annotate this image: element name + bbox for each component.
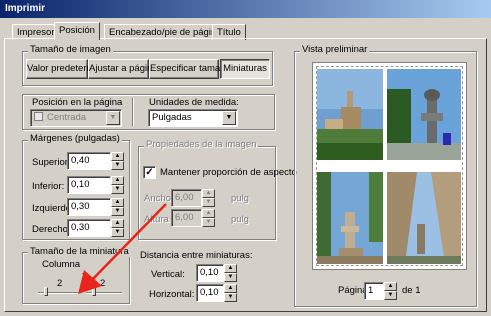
tab-posicion[interactable]: Posición [54,22,100,40]
vertical-spacing-input[interactable]: 0,10 [196,264,224,282]
spin-up-icon[interactable]: ▲ [111,176,124,185]
divider [132,98,133,126]
margin-top-input[interactable]: 0,40 [67,152,111,170]
tab-label: Título [217,27,241,38]
position-color-swatch [34,112,43,121]
page-of-label: de 1 [402,285,421,296]
horizontal-spacing-spinner[interactable]: ▲ ▼ [224,284,237,302]
horizontal-spacing-input[interactable]: 0,10 [196,284,224,302]
units-dropdown-icon[interactable]: ▼ [222,111,236,125]
annotation-arrow-icon [78,203,167,294]
thumbnail-2-image [387,69,461,160]
height-input[interactable]: 6,00 [171,209,202,227]
spin-up-icon[interactable]: ▲ [224,264,237,273]
spin-up-icon[interactable]: ▲ [202,189,215,198]
position-value: Centrada [47,112,87,123]
preview-title: Vista preliminar [300,44,370,55]
spin-down-icon[interactable]: ▼ [224,293,237,302]
spin-down-icon[interactable]: ▼ [202,218,215,227]
spin-down-icon[interactable]: ▼ [111,161,124,170]
width-unit: pulg [231,193,249,204]
margin-bottom-spinner[interactable]: ▲ ▼ [111,176,124,194]
title-bar: Imprimir [0,0,491,18]
spin-down-icon[interactable]: ▼ [111,185,124,194]
spin-down-icon[interactable]: ▼ [224,273,237,282]
width-spinner[interactable]: ▲ ▼ [202,189,215,207]
page-input[interactable]: 1 [364,282,384,300]
columns-value: 2 [57,278,63,289]
margin-top-label: Superior: [32,157,71,168]
tab-label: Posición [59,25,95,36]
default-value-button[interactable]: Valor predeterm. [26,59,97,79]
thumbnail-4-image [387,172,461,264]
fit-to-page-button[interactable]: Ajustar a página [88,59,158,79]
units-label: Unidades de medida: [149,97,239,108]
position-dropdown-icon[interactable]: ▼ [106,111,120,125]
columns-slider-thumb[interactable] [44,287,48,296]
specify-size-button[interactable]: Especificar tamaño [149,59,231,79]
thumbnails-button[interactable]: Miniaturas [220,59,270,79]
window-title: Imprimir [5,3,46,14]
image-props-title: Propiedades de la imagen [144,139,259,150]
position-label: Posición en la página [32,97,123,108]
thumbnail-3-image [317,172,383,264]
tab-label: Encabezado/pie de página [109,27,222,38]
margin-bottom-label: Inferior: [32,181,65,192]
page-spinner[interactable]: ▲ ▼ [384,282,397,300]
image-size-title: Tamaño de imagen [28,44,113,55]
height-unit: pulg [231,214,249,225]
spin-up-icon[interactable]: ▲ [224,284,237,293]
thumbnail-1-image [317,69,383,160]
keep-aspect-checkbox[interactable]: ✓ [143,166,156,179]
spin-up-icon[interactable]: ▲ [202,209,215,218]
spin-down-icon[interactable]: ▼ [202,198,215,207]
spin-up-icon[interactable]: ▲ [384,282,397,291]
keep-aspect-label: Mantener proporción de aspecto [160,167,297,178]
spin-up-icon[interactable]: ▲ [111,152,124,161]
margin-bottom-input[interactable]: 0,10 [67,176,111,194]
margins-title: Márgenes (pulgadas) [28,133,122,144]
margin-right-label: Derecho: [32,224,71,235]
width-input[interactable]: 6,00 [171,189,202,207]
vertical-spacing-spinner[interactable]: ▲ ▼ [224,264,237,282]
height-spinner[interactable]: ▲ ▼ [202,209,215,227]
units-value: Pulgadas [152,112,192,123]
margin-top-spinner[interactable]: ▲ ▼ [111,152,124,170]
spin-down-icon[interactable]: ▼ [384,291,397,300]
